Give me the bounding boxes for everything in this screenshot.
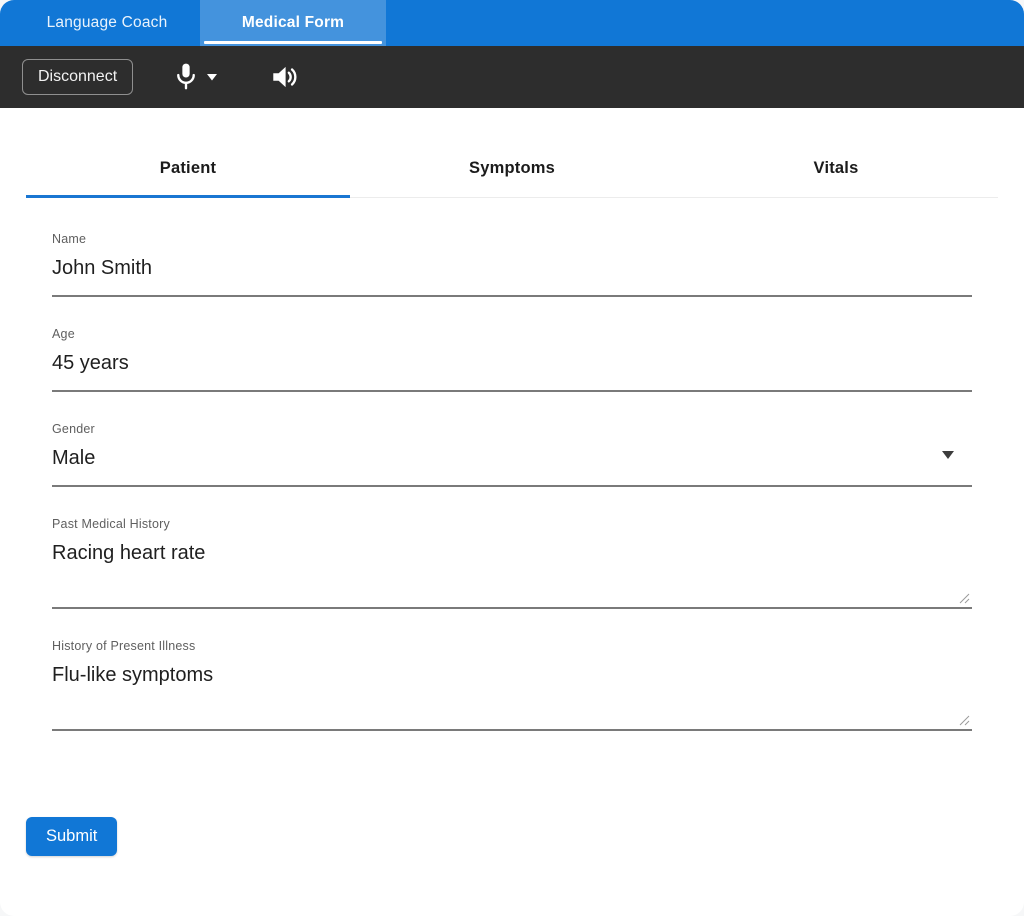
tab-symptoms-label: Symptoms [469,159,555,178]
age-field-label: Age [52,327,972,341]
resize-handle-icon[interactable] [959,591,970,602]
gender-select[interactable]: Male [52,446,972,470]
top-nav-bar: Language Coach Medical Form [0,0,1024,46]
dropdown-arrow-icon[interactable] [942,451,954,459]
form-page: Patient Symptoms Vitals Name John Smith … [0,108,1024,916]
tab-vitals[interactable]: Vitals [674,140,998,197]
resize-handle-icon[interactable] [959,713,970,724]
tab-language-coach[interactable]: Language Coach [14,0,200,46]
app-window: Language Coach Medical Form Disconnect [0,0,1024,916]
history-present-illness-textarea[interactable]: Flu-like symptoms [52,663,972,687]
chevron-down-icon[interactable] [205,72,219,82]
gender-field-label: Gender [52,422,972,436]
microphone-icon[interactable] [173,62,199,92]
past-medical-history-label: Past Medical History [52,517,972,531]
disconnect-button[interactable]: Disconnect [22,59,133,95]
tab-patient[interactable]: Patient [26,140,350,197]
toolbar: Disconnect [0,46,1024,108]
past-medical-history-field: Past Medical History Racing heart rate [52,517,972,609]
tab-vitals-label: Vitals [814,159,859,178]
tab-medical-form-label: Medical Form [242,14,344,32]
history-present-illness-label: History of Present Illness [52,639,972,653]
past-medical-history-textarea[interactable]: Racing heart rate [52,541,972,565]
age-input[interactable]: 45 years [52,351,972,375]
name-field-label: Name [52,232,972,246]
form-tabs: Patient Symptoms Vitals [26,140,998,198]
patient-fields: Name John Smith Age 45 years Gender Male… [52,232,972,731]
mic-control[interactable] [173,62,219,92]
gender-field[interactable]: Gender Male [52,422,972,487]
submit-button[interactable]: Submit [26,817,117,856]
age-field: Age 45 years [52,327,972,392]
tab-symptoms[interactable]: Symptoms [350,140,674,197]
history-present-illness-field: History of Present Illness Flu-like symp… [52,639,972,731]
tab-medical-form[interactable]: Medical Form [200,0,386,46]
name-field: Name John Smith [52,232,972,297]
speaker-icon[interactable] [269,63,299,91]
tab-patient-label: Patient [160,159,216,178]
name-input[interactable]: John Smith [52,256,972,280]
tab-language-coach-label: Language Coach [47,14,168,32]
